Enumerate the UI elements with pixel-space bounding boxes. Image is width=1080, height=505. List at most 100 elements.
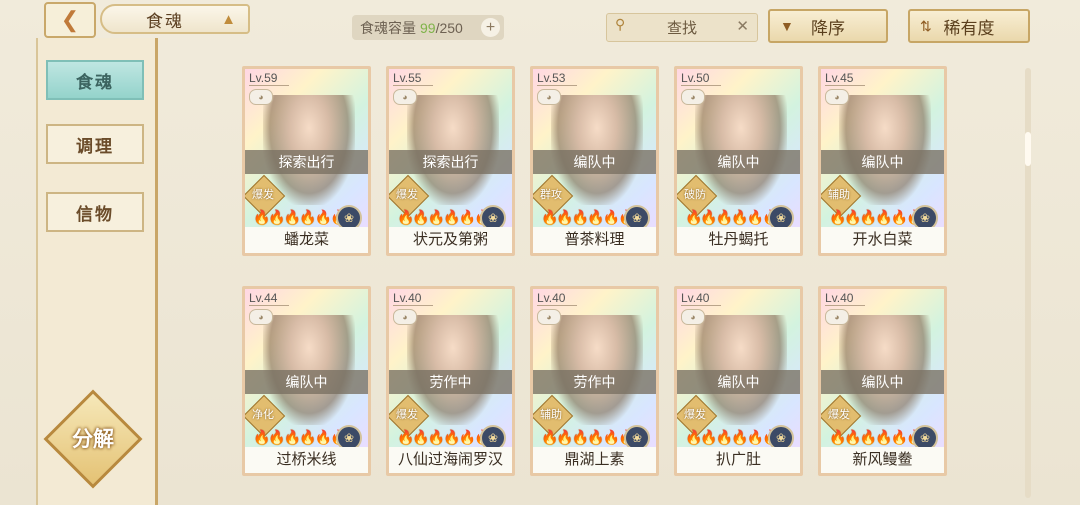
sort-order-label: 降序 [811, 18, 845, 38]
cup-icon: ◕ [681, 309, 705, 325]
role-label: 爆发 [252, 189, 274, 201]
food-soul-card[interactable]: Lv.50 ◕ 编队中 破防 🔥🔥🔥🔥🔥🔥 ❀ 牡丹蝎托 [674, 66, 803, 256]
food-soul-card[interactable]: Lv.44 ◕ 编队中 净化 🔥🔥🔥🔥🔥🔥 ❀ 过桥米线 [242, 286, 371, 476]
level-label: Lv.59 [249, 71, 278, 85]
food-soul-card[interactable]: Lv.40 ◕ 编队中 爆发 🔥🔥🔥🔥🔥🔥 ❀ 扒广肚 [674, 286, 803, 476]
level-divider [825, 305, 865, 306]
cup-icon: ◕ [825, 89, 849, 105]
level-divider [681, 305, 721, 306]
sort-rarity-button[interactable]: ⇅ 稀有度 [908, 9, 1030, 43]
star-rating: 🔥🔥🔥🔥🔥🔥 [829, 209, 924, 225]
star-rating: 🔥🔥🔥🔥🔥🔥 [541, 209, 636, 225]
star-rating: 🔥🔥🔥🔥🔥🔥 [397, 429, 492, 445]
level-label: Lv.40 [825, 291, 854, 305]
cup-icon: ◕ [393, 309, 417, 325]
role-label: 群攻 [540, 189, 562, 201]
level-divider [825, 85, 865, 86]
page-title: 食魂 ▲ [100, 4, 250, 34]
food-soul-name: 鼎湖上素 [533, 447, 656, 473]
status-banner: 探索出行 [389, 150, 512, 174]
level-label: Lv.53 [537, 71, 566, 85]
food-soul-name: 状元及第粥 [389, 227, 512, 253]
star-rating: 🔥🔥🔥🔥🔥🔥 [541, 429, 636, 445]
scrollbar-thumb[interactable] [1025, 132, 1031, 166]
tab-label: 调理 [76, 136, 114, 156]
sort-order-button[interactable]: ▼ 降序 [768, 9, 888, 43]
status-banner: 编队中 [821, 150, 944, 174]
status-banner: 编队中 [821, 370, 944, 394]
star-rating: 🔥🔥🔥🔥🔥🔥 [829, 429, 924, 445]
decompose-label[interactable]: 分解 [58, 420, 128, 460]
search-icon: ⚲ [615, 16, 626, 32]
food-soul-name: 开水白菜 [821, 227, 944, 253]
food-soul-card[interactable]: Lv.59 ◕ 探索出行 爆发 🔥🔥🔥🔥🔥🔥 ❀ 蟠龙菜 [242, 66, 371, 256]
tab-food-souls[interactable]: 食魂 [46, 60, 144, 100]
star-rating: 🔥🔥🔥🔥🔥🔥 [685, 209, 780, 225]
food-soul-card[interactable]: Lv.40 ◕ 编队中 爆发 🔥🔥🔥🔥🔥🔥 ❀ 新风鳗鲞 [818, 286, 947, 476]
food-soul-name: 新风鳗鲞 [821, 447, 944, 473]
capacity-indicator: 食魂容量 99 /250 + [352, 15, 504, 40]
clear-search-icon[interactable]: ✕ [736, 17, 749, 35]
level-divider [537, 305, 577, 306]
cup-icon: ◕ [825, 309, 849, 325]
role-label: 爆发 [684, 409, 706, 421]
add-capacity-button[interactable]: + [481, 18, 500, 37]
status-banner: 编队中 [677, 370, 800, 394]
level-label: Lv.50 [681, 71, 710, 85]
star-rating: 🔥🔥🔥🔥🔥🔥 [253, 429, 348, 445]
role-label: 辅助 [828, 189, 850, 201]
status-banner: 劳作中 [533, 370, 656, 394]
food-soul-card[interactable]: Lv.53 ◕ 编队中 群攻 🔥🔥🔥🔥🔥🔥 ❀ 普茶料理 [530, 66, 659, 256]
food-soul-name: 普茶料理 [533, 227, 656, 253]
search-button[interactable]: ⚲ 查找 ✕ [606, 13, 758, 42]
house-icon: ▲ [221, 11, 238, 28]
cup-icon: ◕ [249, 89, 273, 105]
level-label: Lv.40 [537, 291, 566, 305]
level-divider [249, 85, 289, 86]
food-soul-card[interactable]: Lv.40 ◕ 劳作中 爆发 🔥🔥🔥🔥🔥🔥 ❀ 八仙过海闹罗汉 [386, 286, 515, 476]
food-soul-name: 牡丹蝎托 [677, 227, 800, 253]
capacity-label: 食魂容量 [360, 19, 416, 36]
cup-icon: ◕ [537, 309, 561, 325]
cup-icon: ◕ [393, 89, 417, 105]
food-soul-card[interactable]: Lv.45 ◕ 编队中 辅助 🔥🔥🔥🔥🔥🔥 ❀ 开水白菜 [818, 66, 947, 256]
level-label: Lv.40 [681, 291, 710, 305]
back-button[interactable]: ❮ [44, 2, 96, 38]
status-banner: 编队中 [245, 370, 368, 394]
status-banner: 劳作中 [389, 370, 512, 394]
food-soul-name: 过桥米线 [245, 447, 368, 473]
food-soul-name: 八仙过海闹罗汉 [389, 447, 512, 473]
tab-conditioning[interactable]: 调理 [46, 124, 144, 164]
search-label: 查找 [666, 20, 697, 37]
food-soul-card[interactable]: Lv.55 ◕ 探索出行 爆发 🔥🔥🔥🔥🔥🔥 ❀ 状元及第粥 [386, 66, 515, 256]
food-soul-card[interactable]: Lv.40 ◕ 劳作中 辅助 🔥🔥🔥🔥🔥🔥 ❀ 鼎湖上素 [530, 286, 659, 476]
cup-icon: ◕ [249, 309, 273, 325]
tab-label: 食魂 [76, 72, 114, 92]
back-arrow-icon: ❮ [60, 7, 80, 32]
role-label: 辅助 [540, 409, 562, 421]
role-label: 破防 [684, 189, 706, 201]
role-label: 爆发 [828, 409, 850, 421]
status-banner: 编队中 [677, 150, 800, 174]
level-label: Lv.55 [393, 71, 422, 85]
level-label: Lv.40 [393, 291, 422, 305]
level-divider [249, 305, 289, 306]
food-soul-name: 扒广肚 [677, 447, 800, 473]
page-title-label: 食魂 [146, 11, 184, 31]
sort-arrows-icon: ⇅ [920, 17, 932, 34]
sort-rarity-label: 稀有度 [943, 18, 995, 38]
status-banner: 编队中 [533, 150, 656, 174]
star-rating: 🔥🔥🔥🔥🔥🔥 [685, 429, 780, 445]
role-label: 净化 [252, 409, 274, 421]
level-divider [393, 305, 433, 306]
status-banner: 探索出行 [245, 150, 368, 174]
level-label: Lv.45 [825, 71, 854, 85]
star-rating: 🔥🔥🔥🔥🔥🔥 [397, 209, 492, 225]
cup-icon: ◕ [681, 89, 705, 105]
level-label: Lv.44 [249, 291, 278, 305]
role-label: 爆发 [396, 409, 418, 421]
star-rating: 🔥🔥🔥🔥🔥🔥 [253, 209, 348, 225]
role-label: 爆发 [396, 189, 418, 201]
capacity-max: /250 [435, 19, 463, 36]
tab-tokens[interactable]: 信物 [46, 192, 144, 232]
